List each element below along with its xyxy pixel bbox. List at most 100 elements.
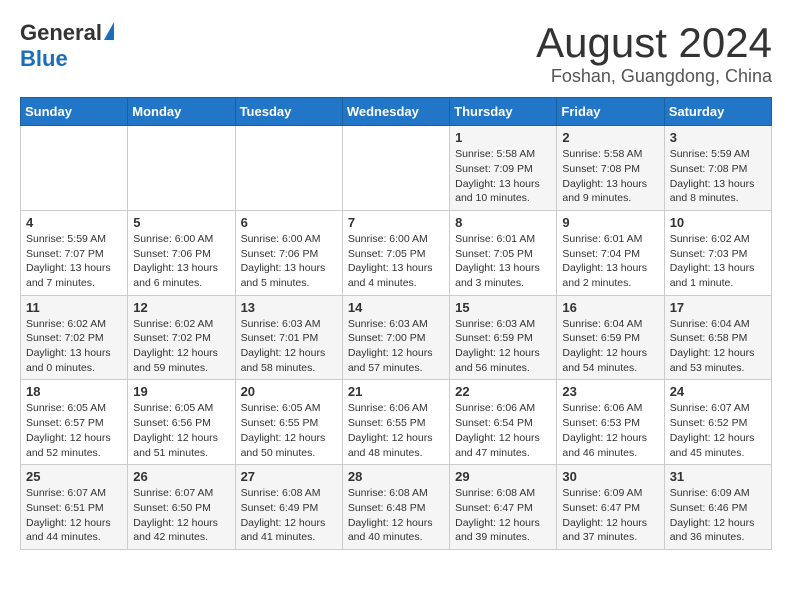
weekday-header-row: SundayMondayTuesdayWednesdayThursdayFrid… (21, 98, 772, 126)
day-number: 3 (670, 130, 766, 145)
calendar-cell: 16 Sunrise: 6:04 AMSunset: 6:59 PMDayligh… (557, 295, 664, 380)
day-info: Sunrise: 6:05 AMSunset: 6:56 PMDaylight:… (133, 401, 229, 460)
day-info: Sunrise: 5:59 AMSunset: 7:07 PMDaylight:… (26, 232, 122, 291)
weekday-header-thursday: Thursday (450, 98, 557, 126)
day-info: Sunrise: 6:03 AMSunset: 6:59 PMDaylight:… (455, 317, 551, 376)
day-number: 18 (26, 384, 122, 399)
calendar-table: SundayMondayTuesdayWednesdayThursdayFrid… (20, 97, 772, 550)
day-number: 4 (26, 215, 122, 230)
calendar-cell: 8 Sunrise: 6:01 AMSunset: 7:05 PMDaylight… (450, 210, 557, 295)
day-number: 11 (26, 300, 122, 315)
day-info: Sunrise: 5:58 AMSunset: 7:08 PMDaylight:… (562, 147, 658, 206)
day-number: 31 (670, 469, 766, 484)
weekday-header-sunday: Sunday (21, 98, 128, 126)
day-info: Sunrise: 6:00 AMSunset: 7:05 PMDaylight:… (348, 232, 444, 291)
calendar-cell: 22 Sunrise: 6:06 AMSunset: 6:54 PMDayligh… (450, 380, 557, 465)
calendar-cell: 18 Sunrise: 6:05 AMSunset: 6:57 PMDayligh… (21, 380, 128, 465)
page-header: General Blue August 2024 Foshan, Guangdo… (20, 20, 772, 87)
day-number: 24 (670, 384, 766, 399)
calendar-cell: 24 Sunrise: 6:07 AMSunset: 6:52 PMDayligh… (664, 380, 771, 465)
logo: General Blue (20, 20, 114, 72)
day-info: Sunrise: 6:07 AMSunset: 6:52 PMDaylight:… (670, 401, 766, 460)
calendar-cell: 28Sunrise: 6:08 AMSunset: 6:48 PMDayligh… (342, 465, 449, 550)
day-number: 17 (670, 300, 766, 315)
calendar-week-5: 25 Sunrise: 6:07 AMSunset: 6:51 PMDayligh… (21, 465, 772, 550)
day-number: 20 (241, 384, 337, 399)
day-number: 15 (455, 300, 551, 315)
calendar-cell: 9 Sunrise: 6:01 AMSunset: 7:04 PMDaylight… (557, 210, 664, 295)
day-info: Sunrise: 5:58 AMSunset: 7:09 PMDaylight:… (455, 147, 551, 206)
day-number: 25 (26, 469, 122, 484)
calendar-cell: 23 Sunrise: 6:06 AMSunset: 6:53 PMDayligh… (557, 380, 664, 465)
calendar-cell: 11 Sunrise: 6:02 AMSunset: 7:02 PMDayligh… (21, 295, 128, 380)
calendar-cell: 21 Sunrise: 6:06 AMSunset: 6:55 PMDayligh… (342, 380, 449, 465)
day-info: Sunrise: 6:05 AMSunset: 6:55 PMDaylight:… (241, 401, 337, 460)
calendar-cell: 31Sunrise: 6:09 AMSunset: 6:46 PMDayligh… (664, 465, 771, 550)
calendar-cell: 29 Sunrise: 6:08 AMSunset: 6:47 PMDayligh… (450, 465, 557, 550)
day-info: Sunrise: 6:02 AMSunset: 7:02 PMDaylight:… (133, 317, 229, 376)
day-number: 9 (562, 215, 658, 230)
day-info: Sunrise: 6:00 AMSunset: 7:06 PMDaylight:… (133, 232, 229, 291)
calendar-cell: 19Sunrise: 6:05 AMSunset: 6:56 PMDayligh… (128, 380, 235, 465)
day-info: Sunrise: 6:01 AMSunset: 7:05 PMDaylight:… (455, 232, 551, 291)
day-info: Sunrise: 6:02 AMSunset: 7:03 PMDaylight:… (670, 232, 766, 291)
calendar-cell: 10Sunrise: 6:02 AMSunset: 7:03 PMDayligh… (664, 210, 771, 295)
calendar-cell: 27Sunrise: 6:08 AMSunset: 6:49 PMDayligh… (235, 465, 342, 550)
calendar-cell: 12 Sunrise: 6:02 AMSunset: 7:02 PMDayligh… (128, 295, 235, 380)
day-info: Sunrise: 6:07 AMSunset: 6:51 PMDaylight:… (26, 486, 122, 545)
day-number: 2 (562, 130, 658, 145)
calendar-cell (342, 126, 449, 211)
calendar-cell: 25 Sunrise: 6:07 AMSunset: 6:51 PMDayligh… (21, 465, 128, 550)
day-number: 13 (241, 300, 337, 315)
day-info: Sunrise: 6:02 AMSunset: 7:02 PMDaylight:… (26, 317, 122, 376)
weekday-header-friday: Friday (557, 98, 664, 126)
weekday-header-saturday: Saturday (664, 98, 771, 126)
logo-triangle-icon (104, 22, 114, 40)
day-number: 22 (455, 384, 551, 399)
calendar-cell: 15 Sunrise: 6:03 AMSunset: 6:59 PMDayligh… (450, 295, 557, 380)
calendar-week-3: 11 Sunrise: 6:02 AMSunset: 7:02 PMDayligh… (21, 295, 772, 380)
calendar-cell (128, 126, 235, 211)
weekday-header-tuesday: Tuesday (235, 98, 342, 126)
calendar-cell: 7 Sunrise: 6:00 AMSunset: 7:05 PMDaylight… (342, 210, 449, 295)
calendar-cell (235, 126, 342, 211)
calendar-cell: 20 Sunrise: 6:05 AMSunset: 6:55 PMDayligh… (235, 380, 342, 465)
calendar-week-4: 18 Sunrise: 6:05 AMSunset: 6:57 PMDayligh… (21, 380, 772, 465)
day-info: Sunrise: 5:59 AMSunset: 7:08 PMDaylight:… (670, 147, 766, 206)
day-info: Sunrise: 6:01 AMSunset: 7:04 PMDaylight:… (562, 232, 658, 291)
day-number: 23 (562, 384, 658, 399)
calendar-cell: 1 Sunrise: 5:58 AMSunset: 7:09 PMDaylight… (450, 126, 557, 211)
day-info: Sunrise: 6:08 AMSunset: 6:47 PMDaylight:… (455, 486, 551, 545)
day-number: 6 (241, 215, 337, 230)
day-info: Sunrise: 6:06 AMSunset: 6:54 PMDaylight:… (455, 401, 551, 460)
day-info: Sunrise: 6:04 AMSunset: 6:59 PMDaylight:… (562, 317, 658, 376)
day-number: 8 (455, 215, 551, 230)
day-info: Sunrise: 6:09 AMSunset: 6:47 PMDaylight:… (562, 486, 658, 545)
day-number: 26 (133, 469, 229, 484)
day-number: 29 (455, 469, 551, 484)
day-number: 28 (348, 469, 444, 484)
day-info: Sunrise: 6:05 AMSunset: 6:57 PMDaylight:… (26, 401, 122, 460)
day-number: 1 (455, 130, 551, 145)
calendar-cell: 2 Sunrise: 5:58 AMSunset: 7:08 PMDaylight… (557, 126, 664, 211)
calendar-cell (21, 126, 128, 211)
day-info: Sunrise: 6:06 AMSunset: 6:53 PMDaylight:… (562, 401, 658, 460)
day-number: 5 (133, 215, 229, 230)
day-number: 27 (241, 469, 337, 484)
calendar-cell: 3 Sunrise: 5:59 AMSunset: 7:08 PMDaylight… (664, 126, 771, 211)
day-number: 12 (133, 300, 229, 315)
calendar-week-2: 4 Sunrise: 5:59 AMSunset: 7:07 PMDaylight… (21, 210, 772, 295)
calendar-cell: 6Sunrise: 6:00 AMSunset: 7:06 PMDaylight… (235, 210, 342, 295)
day-info: Sunrise: 6:03 AMSunset: 7:01 PMDaylight:… (241, 317, 337, 376)
calendar-cell: 13 Sunrise: 6:03 AMSunset: 7:01 PMDayligh… (235, 295, 342, 380)
calendar-cell: 5 Sunrise: 6:00 AMSunset: 7:06 PMDaylight… (128, 210, 235, 295)
logo-general: General (20, 20, 102, 46)
day-number: 21 (348, 384, 444, 399)
calendar-cell: 30 Sunrise: 6:09 AMSunset: 6:47 PMDayligh… (557, 465, 664, 550)
day-number: 7 (348, 215, 444, 230)
day-number: 30 (562, 469, 658, 484)
day-info: Sunrise: 6:06 AMSunset: 6:55 PMDaylight:… (348, 401, 444, 460)
logo-blue: Blue (20, 46, 68, 72)
day-info: Sunrise: 6:07 AMSunset: 6:50 PMDaylight:… (133, 486, 229, 545)
day-number: 16 (562, 300, 658, 315)
